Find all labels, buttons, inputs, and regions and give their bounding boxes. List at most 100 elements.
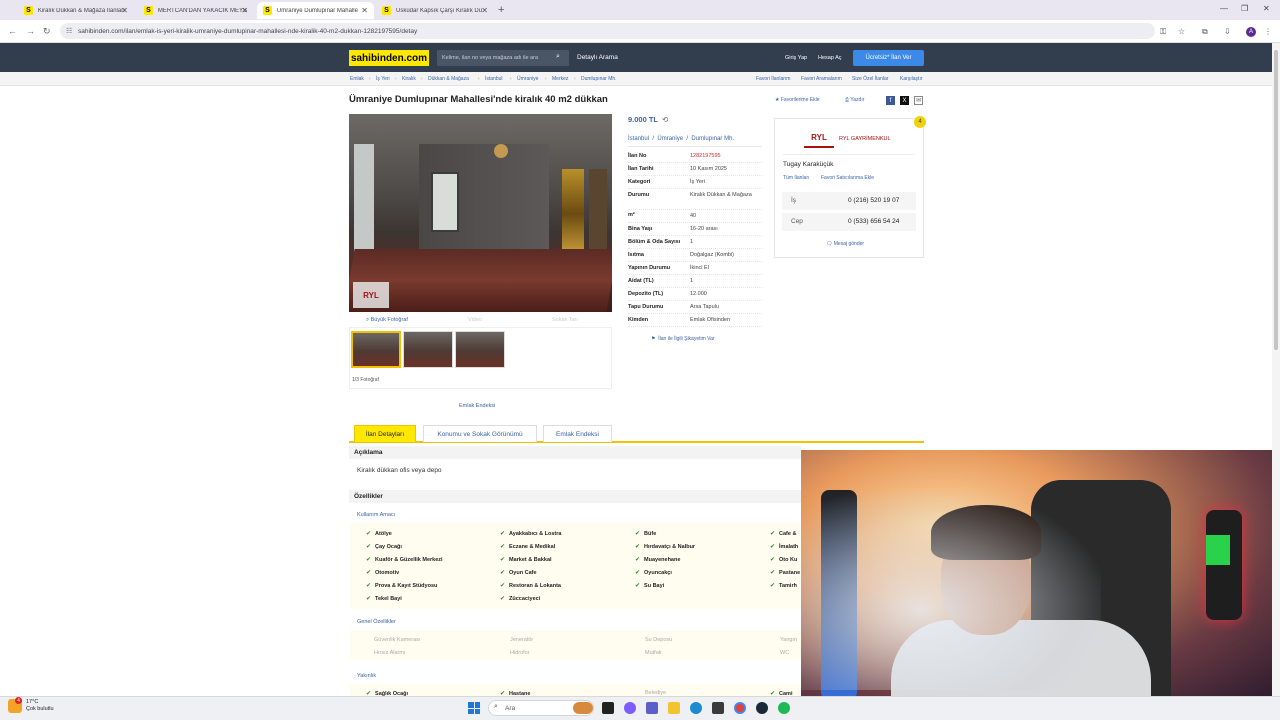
seller-all-ads-link[interactable]: Tüm İlanları <box>783 175 809 181</box>
windows-start-icon[interactable] <box>468 702 480 714</box>
photo-thumbnail[interactable] <box>455 331 505 368</box>
facebook-icon[interactable]: f <box>886 96 895 105</box>
photo-lamp <box>494 144 508 158</box>
edge-icon[interactable] <box>690 702 702 714</box>
extensions-icon[interactable]: ⧉ <box>1202 27 1208 37</box>
breadcrumb-item[interactable]: Dumlupınar Mh. <box>581 76 617 82</box>
favorite-searches-link[interactable]: Favori Aramalarım <box>801 76 842 82</box>
description-text: Kiralık dükkan ofis veya depo <box>357 467 442 474</box>
location-city[interactable]: İstanbul <box>628 136 649 142</box>
print-link[interactable]: ⎙ Yazdır <box>845 97 864 103</box>
spotify-icon[interactable] <box>778 702 790 714</box>
minimize-icon[interactable]: — <box>1220 4 1228 13</box>
browser-tab-4[interactable]: S Üsküdar Kapsık Çarşı Kiralık Dü ✕ <box>376 2 494 19</box>
breadcrumb-item[interactable]: Merkez <box>552 76 568 82</box>
tab-location-street-view[interactable]: Konumu ve Sokak Görünümü <box>423 425 537 442</box>
forward-icon[interactable]: → <box>26 26 35 36</box>
feature-item: Market & Bakkal <box>500 556 552 563</box>
breadcrumb-item[interactable]: İş Yeri <box>376 76 390 82</box>
close-icon[interactable]: ✕ <box>121 6 128 15</box>
special-listings-link[interactable]: Size Özel İlanlar <box>852 76 888 82</box>
location-district[interactable]: Ümraniye <box>657 136 683 142</box>
location-neighborhood[interactable]: Dumlupınar Mh. <box>691 136 734 142</box>
feature-item-inactive: Güvenlik Kamerası <box>374 637 421 643</box>
url-field[interactable]: sahibinden.com/ilan/emlak-is-yeri-kirali… <box>60 23 1155 39</box>
back-icon[interactable]: ← <box>8 26 17 36</box>
teams-icon[interactable] <box>646 702 658 714</box>
chrome-icon[interactable] <box>734 702 746 714</box>
downloads-icon[interactable]: ⇩ <box>1224 27 1231 36</box>
browser-tab-2[interactable]: S MERTCAN'DAN YAKACIK MEYS ✕ <box>138 2 254 19</box>
seller-company-name[interactable]: RYL GAYRİMENKUL <box>839 136 891 142</box>
site-logo[interactable]: sahibinden.com <box>349 50 429 66</box>
sahibinden-favicon: S <box>144 6 153 15</box>
seller-add-favorite-link[interactable]: Favori Satıcılarıma Ekle <box>821 175 874 181</box>
search-highlight-icon[interactable] <box>573 702 593 714</box>
feature-item: Oyuncakçı <box>635 569 672 576</box>
login-link[interactable]: Giriş Yap <box>785 55 807 61</box>
listing-location: İstanbul / Ümraniye / Dumlupınar Mh. <box>628 136 735 142</box>
feature-item: Oyun Cafe <box>500 569 537 576</box>
site-search-input[interactable]: Kelime, ilan no veya mağaza adı ile ara <box>437 50 569 66</box>
phone-number[interactable]: 0 (216) 520 19 07 <box>848 197 899 204</box>
more-menu-icon[interactable]: ⋮ <box>1264 27 1272 36</box>
scrollbar-thumb[interactable] <box>1274 50 1278 350</box>
close-icon[interactable]: ✕ <box>481 6 488 15</box>
detail-key: Isıtma <box>628 252 644 258</box>
breadcrumb-item[interactable]: Ümraniye <box>517 76 538 82</box>
photo-thumbnail[interactable] <box>351 331 401 368</box>
password-key-icon[interactable]: ⚿ <box>1160 27 1166 37</box>
feature-item: Otomotiv <box>366 569 399 576</box>
steam-icon[interactable] <box>756 702 768 714</box>
report-listing-link[interactable]: ⚑ İlan ile İlgili Şikayetim Var <box>651 336 715 342</box>
tab-emlak-endeksi[interactable]: Emlak Endeksi <box>543 425 612 442</box>
feature-item: Züccaciyeci <box>500 595 540 602</box>
breadcrumb-item[interactable]: İstanbul <box>485 76 503 82</box>
compare-link[interactable]: Karşılaştır <box>900 76 923 82</box>
breadcrumb-item[interactable]: Emlak <box>350 76 364 82</box>
file-explorer-icon[interactable] <box>668 702 680 714</box>
reload-icon[interactable]: ↻ <box>43 26 51 37</box>
report-listing-label: İlan ile İlgili Şikayetim Var <box>658 336 715 342</box>
send-message-link[interactable]: 🗨 Mesaj gönder <box>826 241 864 247</box>
detail-key: Tapu Durumu <box>628 304 664 310</box>
phone-number[interactable]: 0 (533) 656 54 24 <box>848 218 899 225</box>
site-info-icon[interactable]: ☷ <box>66 27 72 35</box>
close-icon[interactable]: ✕ <box>241 6 248 15</box>
new-tab-icon[interactable]: + <box>498 4 504 16</box>
feature-item-inactive: Mutfak <box>645 650 662 656</box>
price-history-icon[interactable]: ⟲ <box>662 115 668 124</box>
search-icon[interactable]: ⌕ <box>556 53 560 61</box>
browser-tab-3-active[interactable]: S Ümraniye Dumlupınar Mahalle ✕ <box>257 2 374 19</box>
weather-widget[interactable]: 17°C Çok bulutlu <box>26 699 54 713</box>
big-photo-button[interactable]: ⌕ Büyük Fotoğraf <box>366 317 408 324</box>
breadcrumb-item[interactable]: Kiralık <box>402 76 416 82</box>
post-ad-button[interactable]: Ücretsiz* İlan Ver <box>853 50 924 66</box>
copilot-icon[interactable] <box>624 702 636 714</box>
feature-item-inactive: Jeneratör <box>510 637 534 643</box>
main-photo[interactable]: RYL <box>349 114 612 312</box>
seller-logo[interactable]: RYL <box>804 128 834 148</box>
maximize-icon[interactable]: ❐ <box>1241 4 1248 13</box>
detail-row-divider <box>628 313 762 314</box>
feature-item: Restoran & Lokanta <box>500 582 561 589</box>
webcam-overlay <box>801 450 1280 700</box>
x-twitter-icon[interactable]: X <box>900 96 909 105</box>
photo-thumbnail[interactable] <box>403 331 453 368</box>
detailed-search-link[interactable]: Detaylı Arama <box>577 54 618 61</box>
detail-row-divider <box>628 209 762 210</box>
profile-avatar[interactable]: A <box>1246 27 1256 37</box>
add-favorite-link[interactable]: ★ Favorilerime Ekle <box>775 97 820 103</box>
store-icon[interactable] <box>712 702 724 714</box>
bookmark-star-icon[interactable]: ☆ <box>1178 27 1185 36</box>
task-view-icon[interactable] <box>602 702 614 714</box>
favorite-listings-link[interactable]: Favori İlanlarım <box>756 76 790 82</box>
register-link[interactable]: Hesap Aç <box>818 55 842 61</box>
tab-listing-details[interactable]: İlan Detayları <box>354 425 416 442</box>
breadcrumb-item[interactable]: Dükkan & Mağaza <box>428 76 469 82</box>
emlak-endeksi-link[interactable]: Emlak Endeksi <box>459 403 495 409</box>
browser-tab-1[interactable]: S Kiralık Dükkan & Mağaza İlanları ✕ <box>18 2 134 19</box>
close-icon[interactable]: ✕ <box>361 6 368 15</box>
email-icon[interactable]: ✉ <box>914 96 923 105</box>
close-window-icon[interactable]: ✕ <box>1263 4 1270 13</box>
